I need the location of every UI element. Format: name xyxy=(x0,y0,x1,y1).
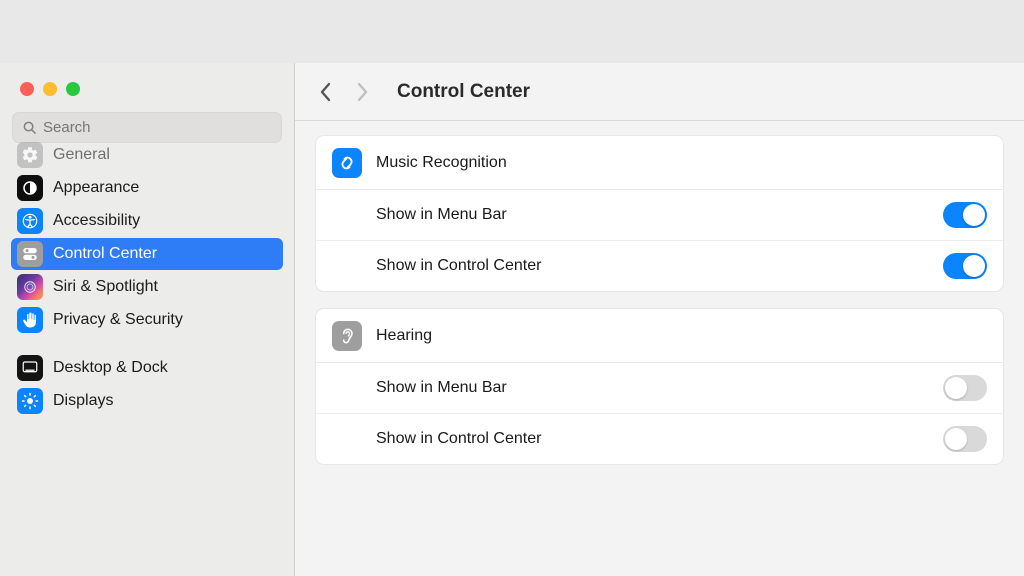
sidebar-item-label: Control Center xyxy=(53,245,157,263)
brightness-icon xyxy=(17,388,43,414)
sidebar-item-desktop-dock[interactable]: Desktop & Dock xyxy=(11,352,283,384)
toggle-knob xyxy=(963,204,985,226)
toggle-knob xyxy=(945,377,967,399)
sidebar-item-general[interactable]: General xyxy=(11,139,283,171)
settings-window: General Appearance Accessibility Control… xyxy=(0,63,1024,576)
section-title: Hearing xyxy=(376,327,432,345)
ear-icon xyxy=(332,321,362,351)
sidebar-item-label: General xyxy=(53,146,110,164)
accessibility-icon xyxy=(17,208,43,234)
setting-row-controlcenter: Show in Control Center xyxy=(316,240,1003,291)
section-music-recognition: Music Recognition Show in Menu Bar Show … xyxy=(315,135,1004,292)
hand-icon xyxy=(17,307,43,333)
toggle-knob xyxy=(945,428,967,450)
toggle-music-controlcenter[interactable] xyxy=(943,253,987,279)
toggle-hearing-menubar[interactable] xyxy=(943,375,987,401)
back-button[interactable] xyxy=(319,82,333,102)
sidebar: General Appearance Accessibility Control… xyxy=(0,63,295,576)
sidebar-item-appearance[interactable]: Appearance xyxy=(11,172,283,204)
nav-arrows xyxy=(319,82,369,102)
sidebar-item-label: Desktop & Dock xyxy=(53,359,168,377)
appearance-icon xyxy=(17,175,43,201)
page-title: Control Center xyxy=(397,81,530,103)
maximize-window-button[interactable] xyxy=(66,82,80,96)
close-window-button[interactable] xyxy=(20,82,34,96)
setting-row-controlcenter: Show in Control Center xyxy=(316,413,1003,464)
shazam-icon xyxy=(332,148,362,178)
search-icon xyxy=(22,120,37,135)
sidebar-item-displays[interactable]: Displays xyxy=(11,385,283,417)
row-label: Show in Control Center xyxy=(376,257,541,275)
row-label: Show in Menu Bar xyxy=(376,379,507,397)
row-label: Show in Menu Bar xyxy=(376,206,507,224)
row-label: Show in Control Center xyxy=(376,430,541,448)
minimize-window-button[interactable] xyxy=(43,82,57,96)
forward-button[interactable] xyxy=(355,82,369,102)
toggle-knob xyxy=(963,255,985,277)
window-controls xyxy=(0,63,294,112)
sidebar-item-siri-spotlight[interactable]: Siri & Spotlight xyxy=(11,271,283,303)
toggle-hearing-controlcenter[interactable] xyxy=(943,426,987,452)
content-area: Music Recognition Show in Menu Bar Show … xyxy=(295,121,1024,479)
search-input[interactable] xyxy=(43,119,272,136)
siri-icon xyxy=(17,274,43,300)
desktop-icon xyxy=(17,355,43,381)
section-header: Music Recognition xyxy=(316,136,1003,190)
section-header: Hearing xyxy=(316,309,1003,363)
sidebar-item-label: Siri & Spotlight xyxy=(53,278,158,296)
main-panel: Control Center Music Recognition Show in… xyxy=(295,63,1024,576)
gear-icon xyxy=(17,142,43,168)
toggle-music-menubar[interactable] xyxy=(943,202,987,228)
section-title: Music Recognition xyxy=(376,154,507,172)
sidebar-item-privacy-security[interactable]: Privacy & Security xyxy=(11,304,283,336)
sidebar-item-label: Appearance xyxy=(53,179,139,197)
main-header: Control Center xyxy=(295,63,1024,121)
setting-row-menubar: Show in Menu Bar xyxy=(316,190,1003,240)
sidebar-item-accessibility[interactable]: Accessibility xyxy=(11,205,283,237)
sidebar-item-label: Accessibility xyxy=(53,212,140,230)
section-hearing: Hearing Show in Menu Bar Show in Control… xyxy=(315,308,1004,465)
sidebar-item-label: Privacy & Security xyxy=(53,311,183,329)
sidebar-nav: General Appearance Accessibility Control… xyxy=(0,153,294,417)
setting-row-menubar: Show in Menu Bar xyxy=(316,363,1003,413)
sidebar-item-control-center[interactable]: Control Center xyxy=(11,238,283,270)
sidebar-item-label: Displays xyxy=(53,392,113,410)
control-center-icon xyxy=(17,241,43,267)
